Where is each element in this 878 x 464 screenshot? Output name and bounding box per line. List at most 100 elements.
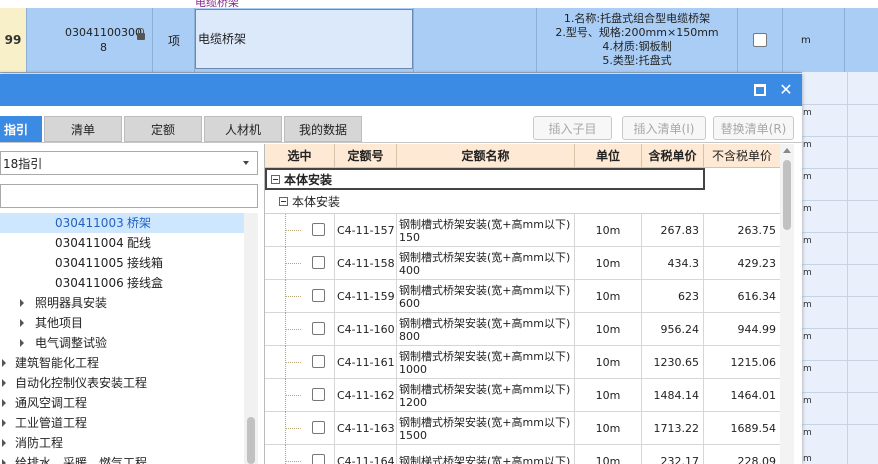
tree-scrollbar[interactable] [244, 213, 258, 464]
select-cell[interactable] [265, 214, 335, 247]
row-checkbox[interactable] [312, 388, 325, 401]
grid-scrollbar-thumb[interactable] [783, 160, 791, 230]
close-button[interactable]: ✕ [776, 80, 796, 100]
tree-top-automation[interactable]: 自动化控制仪表安装工程 [0, 373, 244, 393]
group-row-2[interactable]: 本体安装 [265, 190, 781, 214]
name-line1: 钢制槽式桥架安装(宽+高mm以下) [399, 283, 571, 297]
expand-arrow-icon[interactable] [2, 439, 6, 447]
row-checkbox[interactable] [753, 33, 767, 47]
select-cell[interactable] [265, 313, 335, 346]
code-cell: C4-11-157 [335, 214, 397, 247]
name-line2: 600 [399, 296, 420, 310]
tree-top-smart-building[interactable]: 建筑智能化工程 [0, 353, 244, 373]
tree-top-plumbing[interactable]: 给排水、采暖、燃气工程 [0, 453, 244, 464]
row-checkbox-cell[interactable] [738, 8, 783, 72]
expand-arrow-icon[interactable] [2, 359, 6, 367]
group-label: 本体安装 [292, 195, 341, 209]
feature-line: 5.类型:托盘式 [602, 54, 672, 67]
tree-group-lighting[interactable]: 照明器具安装 [0, 293, 244, 313]
select-cell[interactable] [265, 379, 335, 412]
table-row[interactable]: C4-11-164 钢制梯式桥架安装(宽+高mm以下) 10m 232.17 228.0… [265, 445, 781, 464]
notax-price-cell: 1464.01 [704, 379, 781, 412]
tree-item-030411005[interactable]: 030411005 接线箱 [0, 253, 244, 273]
expand-arrow-icon[interactable] [20, 319, 24, 327]
row-checkbox[interactable] [312, 322, 325, 335]
expand-arrow-icon[interactable] [2, 379, 6, 387]
row-features: 1.名称:托盘式组合型电缆桥架 2.型号、规格:200mm×150mm 4.材质… [537, 8, 738, 72]
tree-group-electrical-test[interactable]: 电气调整试验 [0, 333, 244, 353]
tree-top-fire[interactable]: 消防工程 [0, 433, 244, 453]
insert-sub-button[interactable]: 插入子目 [533, 116, 612, 140]
table-row[interactable]: C4-11-161 钢制槽式桥架安装(宽+高mm以下) 1000 10m 1230.65… [265, 346, 781, 379]
table-row[interactable]: C4-11-162 钢制槽式桥架安装(宽+高mm以下) 1200 10m 1484.14… [265, 379, 781, 412]
row-checkbox[interactable] [312, 421, 325, 434]
name-cell: 钢制槽式桥架安装(宽+高mm以下) 400 [397, 247, 575, 280]
row-checkbox[interactable] [312, 355, 325, 368]
tree-item-030411006[interactable]: 030411006 接线盒 [0, 273, 244, 293]
row-checkbox[interactable] [312, 289, 325, 302]
insert-list-button[interactable]: 插入清单(I) [622, 116, 706, 140]
expand-arrow-icon[interactable] [20, 339, 24, 347]
header-code[interactable]: 定额号 [335, 144, 397, 168]
tree-top-hvac[interactable]: 通风空调工程 [0, 393, 244, 413]
maximize-button[interactable] [750, 80, 770, 100]
code-cell: C4-11-160 [335, 313, 397, 346]
header-unit[interactable]: 单位 [575, 144, 642, 168]
row-name-editor[interactable]: 电缆桥架 [195, 9, 413, 69]
row-name-cell[interactable]: 电缆桥架 [195, 8, 414, 72]
table-row[interactable]: C4-11-158 钢制槽式桥架安装(宽+高mm以下) 400 10m 434.3 429… [265, 247, 781, 280]
collapse-icon[interactable] [279, 197, 288, 206]
unit-cell: 10m [575, 214, 642, 247]
tree-top-industrial-pipe[interactable]: 工业管道工程 [0, 413, 244, 433]
header-name[interactable]: 定额名称 [397, 144, 575, 168]
group-label: 本体安装 [284, 172, 333, 187]
header-tax-price[interactable]: 含税单价 [642, 144, 704, 168]
table-row[interactable]: C4-11-163 钢制槽式桥架安装(宽+高mm以下) 1500 10m 1713.22… [265, 412, 781, 445]
notax-price-cell: 944.99 [704, 313, 781, 346]
header-select[interactable]: 选中 [265, 144, 335, 168]
table-row-99[interactable]: 99 03041100300 8 项 电缆桥架 1.名称:托盘式组合型电缆桥架 … [0, 8, 878, 73]
name-line1: 钢制梯式桥架安装(宽+高mm以下) [399, 455, 571, 464]
expand-arrow-icon[interactable] [2, 419, 6, 427]
feature-line: 4.材质:钢板制 [602, 40, 672, 53]
chevron-down-icon[interactable] [243, 161, 249, 165]
tree-top-label: 通风空调工程 [15, 396, 88, 410]
select-cell[interactable] [265, 445, 335, 464]
search-input[interactable] [0, 184, 258, 208]
tree-item-030411003[interactable]: 030411003 桥架 [0, 213, 244, 233]
unit-cell: 10m [575, 313, 642, 346]
table-row[interactable]: C4-11-160 钢制槽式桥架安装(宽+高mm以下) 800 10m 956.24 94… [265, 313, 781, 346]
tree-group-other[interactable]: 其他项目 [0, 313, 244, 333]
guide-selector[interactable]: 18指引 [0, 151, 258, 175]
expand-arrow-icon[interactable] [2, 459, 6, 464]
select-cell[interactable] [265, 280, 335, 313]
table-row[interactable]: C4-11-157 钢制槽式桥架安装(宽+高mm以下) 150 10m 267.83 26… [265, 214, 781, 247]
tab-materials[interactable]: 人材机 [204, 116, 282, 142]
row-checkbox[interactable] [312, 256, 325, 269]
tree-item-030411004[interactable]: 030411004 配线 [0, 233, 244, 253]
expand-arrow-icon[interactable] [2, 399, 6, 407]
dialog-titlebar[interactable]: ✕ [0, 74, 802, 106]
table-row[interactable]: C4-11-159 钢制槽式桥架安装(宽+高mm以下) 600 10m 623 616.3… [265, 280, 781, 313]
collapse-icon[interactable] [271, 174, 280, 184]
group-row-1[interactable]: 本体安装 [265, 168, 705, 190]
tab-guide[interactable]: 指引 [0, 116, 42, 142]
tab-list[interactable]: 清单 [44, 116, 122, 142]
select-cell[interactable] [265, 412, 335, 445]
replace-list-button[interactable]: 替换清单(R) [713, 116, 794, 140]
tab-quota[interactable]: 定额 [124, 116, 202, 142]
tax-price-cell: 1713.22 [642, 412, 704, 445]
select-cell[interactable] [265, 346, 335, 379]
row-checkbox[interactable] [312, 454, 325, 464]
header-notax-price[interactable]: 不含税单价 [704, 144, 781, 168]
name-line2: 1500 [399, 428, 427, 442]
select-cell[interactable] [265, 247, 335, 280]
scroll-up-icon[interactable] [783, 148, 791, 153]
tax-price-cell: 1230.65 [642, 346, 704, 379]
row-checkbox[interactable] [312, 223, 325, 236]
tab-my-data[interactable]: 我的数据 [284, 116, 362, 142]
expand-arrow-icon[interactable] [20, 299, 24, 307]
tree-line [285, 329, 301, 330]
tree-scrollbar-thumb[interactable] [247, 417, 255, 464]
grid-scrollbar[interactable] [780, 144, 794, 464]
